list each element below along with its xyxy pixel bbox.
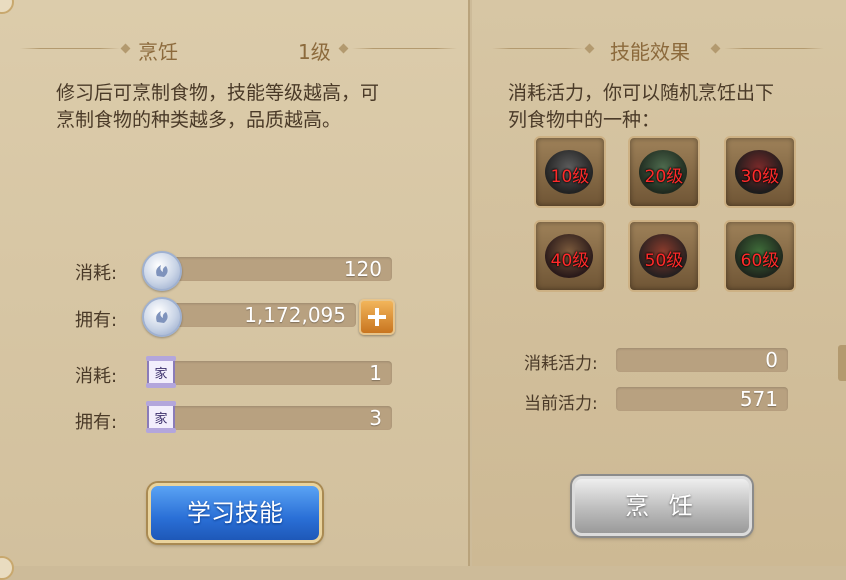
side-tab-handle[interactable] — [838, 345, 846, 381]
title-divider — [724, 48, 824, 49]
scroll-owned-value: 3 — [369, 406, 382, 430]
vitality-cost-label: 消耗活力: — [524, 354, 598, 374]
silver-coin-icon — [142, 297, 182, 337]
food-item-slot[interactable]: 10级 — [534, 136, 606, 208]
effect-description-line: 消耗活力，你可以随机烹饪出下 — [508, 82, 775, 104]
divider-diamond — [584, 43, 595, 54]
silver-coin-icon — [142, 251, 182, 291]
cost-label: 消耗: — [75, 366, 118, 387]
svg-text:家: 家 — [154, 366, 167, 382]
skill-name: 烹饪 — [138, 40, 178, 64]
food-item-slot[interactable]: 20级 — [628, 136, 700, 208]
title-divider — [20, 48, 120, 49]
vitality-current-value: 571 — [739, 387, 778, 411]
owned-label: 拥有: — [75, 310, 118, 331]
divider-diamond — [710, 43, 721, 54]
scroll-cost-value: 1 — [369, 361, 382, 385]
effect-description-line: 列食物中的一种： — [508, 109, 661, 131]
vitality-cost-value: 0 — [765, 348, 778, 372]
food-item-slot[interactable]: 60级 — [724, 220, 796, 292]
scroll-owned-bar: 3 — [160, 406, 392, 430]
divider-diamond — [120, 43, 131, 54]
food-level-label: 20级 — [644, 167, 684, 187]
skill-info-panel: 烹饪 1级 修习后可烹制食物，技能等级越高，可 烹制食物的种类越多，品质越高。 … — [0, 0, 470, 580]
silver-owned-value: 1,172,095 — [244, 303, 346, 327]
vitality-current-label: 当前活力: — [524, 394, 598, 414]
learn-skill-button[interactable]: 学习技能 — [148, 483, 322, 543]
skill-description-line: 烹制食物的种类越多，品质越高。 — [56, 109, 342, 131]
corner-ornament — [0, 0, 14, 14]
skill-level: 1级 — [298, 40, 331, 64]
cook-button[interactable]: 烹 饪 — [572, 476, 752, 536]
food-level-label: 40级 — [550, 251, 590, 271]
add-silver-button[interactable] — [359, 299, 395, 335]
silver-cost-bar: 120 — [160, 257, 392, 281]
food-level-label: 30级 — [740, 167, 780, 187]
title-divider — [492, 48, 584, 49]
food-item-slot[interactable]: 50级 — [628, 220, 700, 292]
food-level-label: 60级 — [740, 251, 780, 271]
divider-diamond — [338, 43, 349, 54]
silver-owned-bar: 1,172,095 — [160, 303, 356, 327]
effect-title: 技能效果 — [610, 40, 690, 64]
silver-cost-value: 120 — [343, 257, 382, 281]
title-divider — [352, 48, 457, 49]
svg-text:家: 家 — [154, 411, 167, 427]
vitality-current-bar: 571 — [616, 387, 788, 411]
family-contribution-scroll-icon: 家 — [144, 354, 178, 390]
food-level-label: 10级 — [550, 167, 590, 187]
skill-description-line: 修习后可烹制食物，技能等级越高，可 — [56, 82, 380, 104]
owned-label: 拥有: — [75, 412, 118, 433]
cost-label: 消耗: — [75, 263, 118, 284]
corner-ornament — [0, 556, 14, 580]
food-item-slot[interactable]: 40级 — [534, 220, 606, 292]
scroll-cost-bar: 1 — [160, 361, 392, 385]
vitality-cost-bar: 0 — [616, 348, 788, 372]
food-item-slot[interactable]: 30级 — [724, 136, 796, 208]
food-level-label: 50级 — [644, 251, 684, 271]
family-contribution-scroll-icon: 家 — [144, 399, 178, 435]
